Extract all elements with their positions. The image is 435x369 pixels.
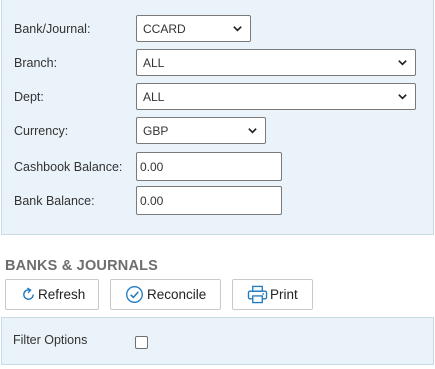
dept-select[interactable]: ALL: [136, 83, 416, 110]
filter-panel: Bank/Journal: CCARD Branch: ALL Dept: AL…: [1, 0, 434, 235]
dept-label: Dept:: [14, 89, 44, 104]
print-button[interactable]: Print: [232, 279, 313, 310]
branch-value: ALL: [143, 55, 165, 70]
dept-value: ALL: [143, 89, 165, 104]
dept-row: Dept: ALL: [14, 83, 416, 110]
chevron-down-icon: [233, 26, 242, 32]
section-title: BANKS & JOURNALS: [5, 258, 159, 274]
refresh-label: Refresh: [38, 287, 86, 302]
chevron-down-icon: [398, 60, 407, 66]
branch-row: Branch: ALL: [14, 49, 416, 76]
chevron-down-icon: [398, 94, 407, 100]
cashbook-balance-label: Cashbook Balance:: [14, 159, 123, 174]
filter-options-panel: Filter Options: [1, 317, 434, 365]
bank-journal-label: Bank/Journal:: [14, 21, 91, 36]
bank-journal-row: Bank/Journal: CCARD: [14, 15, 251, 42]
print-label: Print: [270, 287, 298, 302]
refresh-icon: [23, 287, 34, 300]
branch-label: Branch:: [14, 55, 58, 70]
reconcile-button[interactable]: Reconcile: [110, 279, 221, 310]
currency-select[interactable]: GBP: [136, 117, 266, 144]
bank-balance-value: 0.00: [140, 193, 164, 208]
refresh-button[interactable]: Refresh: [5, 279, 99, 310]
printer-icon: [247, 285, 268, 304]
filter-options-label: Filter Options: [13, 333, 88, 347]
cashbook-balance-row: Cashbook Balance: 0.00: [14, 152, 282, 181]
bank-balance-row: Bank Balance: 0.00: [14, 186, 282, 215]
currency-row: Currency: GBP: [14, 117, 266, 144]
cashbook-balance-field[interactable]: 0.00: [136, 152, 282, 181]
bank-balance-label: Bank Balance:: [14, 193, 95, 208]
reconcile-label: Reconcile: [147, 287, 207, 302]
bank-balance-field[interactable]: 0.00: [136, 186, 282, 215]
currency-label: Currency:: [14, 123, 69, 138]
filter-options-checkbox[interactable]: [135, 336, 148, 349]
bank-journal-select[interactable]: CCARD: [136, 15, 251, 42]
check-circle-icon: [126, 286, 143, 303]
currency-value: GBP: [143, 123, 169, 138]
cashbook-balance-value: 0.00: [140, 159, 164, 174]
bank-journal-value: CCARD: [143, 21, 186, 36]
chevron-down-icon: [248, 128, 257, 134]
branch-select[interactable]: ALL: [136, 49, 416, 76]
